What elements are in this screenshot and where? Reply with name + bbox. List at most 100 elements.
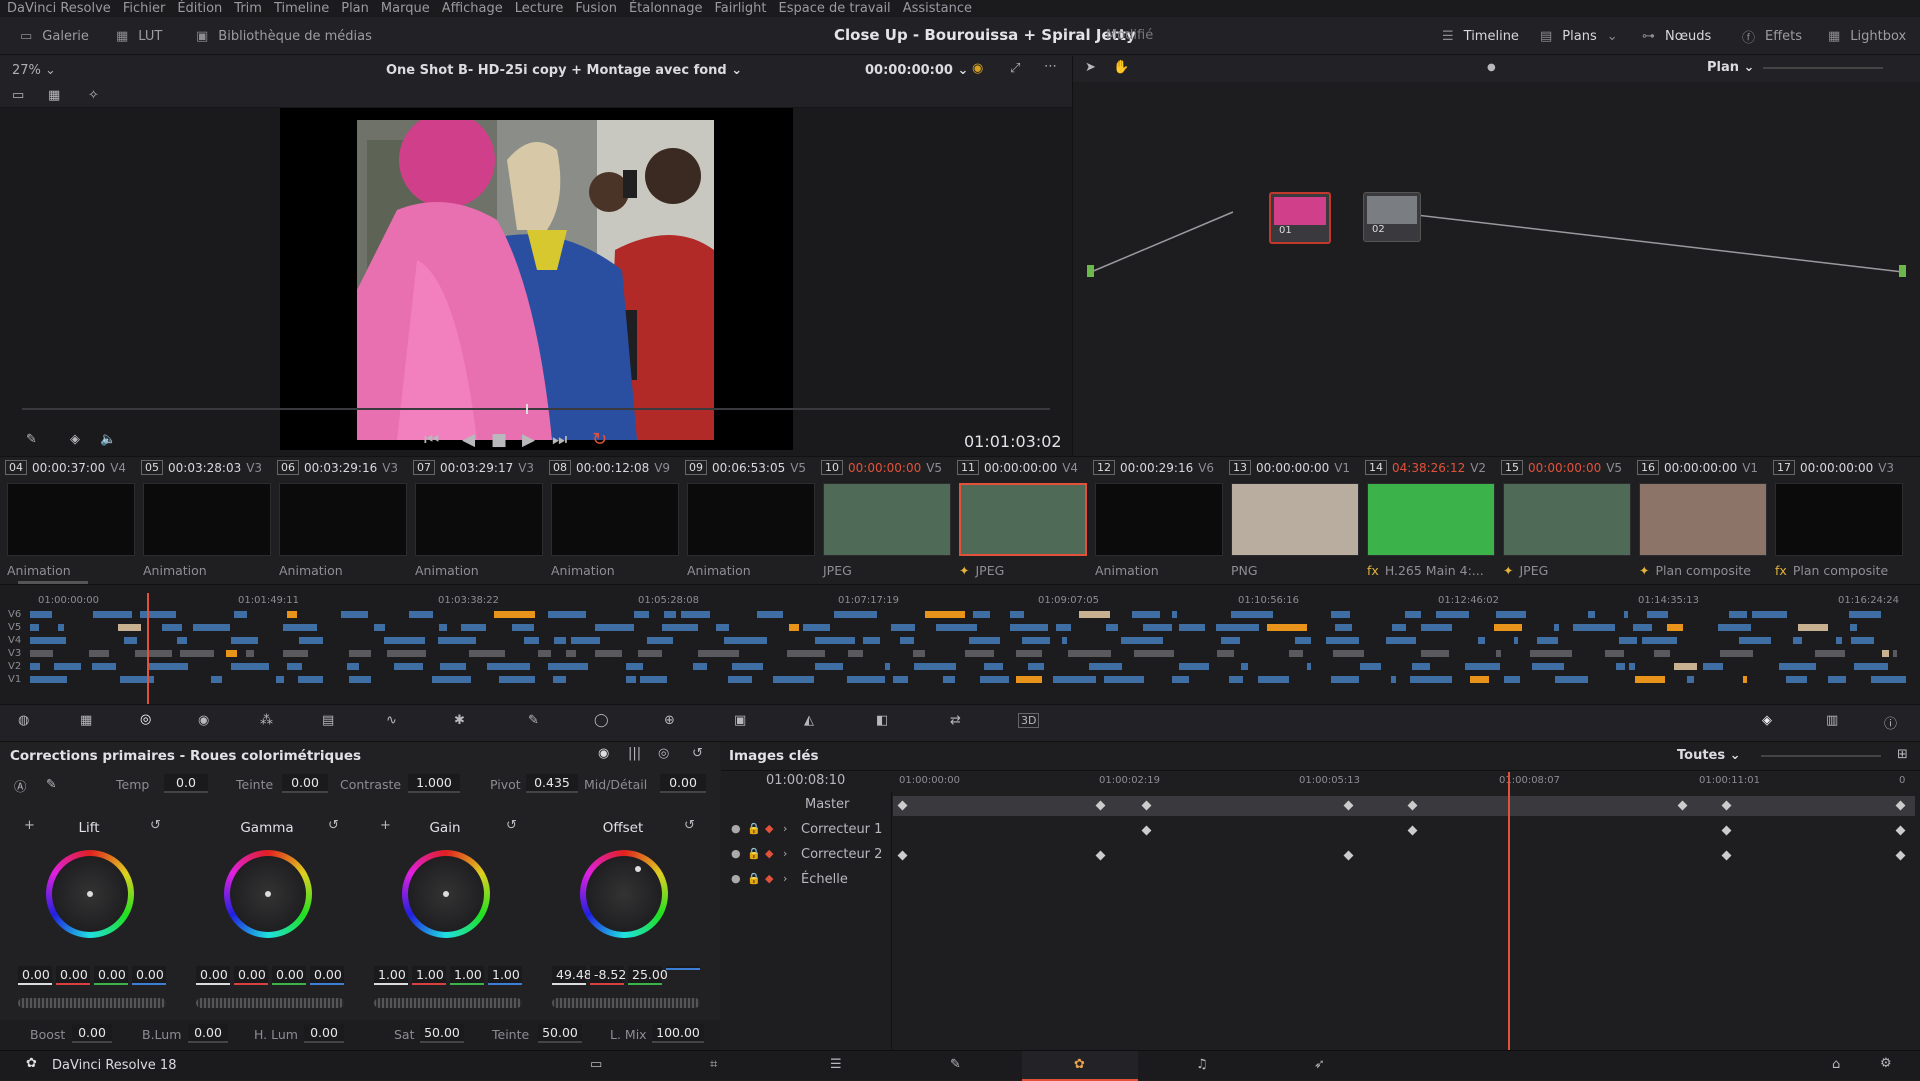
timeline-clip[interactable]: [1478, 637, 1485, 644]
timeline-clip[interactable]: [1798, 624, 1828, 631]
timeline-clip[interactable]: [640, 676, 667, 683]
color-wheel[interactable]: [224, 850, 312, 938]
timeline-clip[interactable]: [1360, 663, 1381, 670]
timeline-clip[interactable]: [638, 650, 662, 657]
timeline-clip[interactable]: [494, 611, 535, 618]
timeline-clip[interactable]: [409, 611, 433, 618]
timeline-clip[interactable]: [936, 624, 977, 631]
timeline-clip[interactable]: [1179, 663, 1209, 670]
timeline-clip[interactable]: [1494, 624, 1522, 631]
timeline-clip[interactable]: [1016, 676, 1042, 683]
timeline-clip[interactable]: [1307, 663, 1311, 670]
timeline-clip[interactable]: [914, 663, 956, 670]
media-page-icon[interactable]: ▭: [590, 1057, 602, 1072]
timeline-clip[interactable]: [177, 637, 187, 644]
keyframe-icon[interactable]: ◆: [765, 847, 773, 860]
timeline-clip[interactable]: [231, 637, 258, 644]
timeline-clip[interactable]: [803, 624, 830, 631]
timeline-clip[interactable]: [384, 637, 425, 644]
timeline-clip[interactable]: [1392, 624, 1406, 631]
timeline-clip[interactable]: [341, 611, 368, 618]
timeline-clip[interactable]: [538, 650, 551, 657]
timeline-clip[interactable]: [1405, 611, 1421, 618]
timeline-clip[interactable]: [1739, 637, 1771, 644]
timeline-clip[interactable]: [54, 663, 81, 670]
timeline-clip[interactable]: [1410, 676, 1452, 683]
timeline-clip[interactable]: [1667, 624, 1683, 631]
timeline-clip[interactable]: [211, 676, 222, 683]
timeline-clip[interactable]: [1010, 624, 1048, 631]
timeline-clip[interactable]: [347, 663, 359, 670]
timeline-clip[interactable]: [1028, 663, 1044, 670]
timeline-clip[interactable]: [900, 637, 914, 644]
timeline-clip[interactable]: [973, 611, 990, 618]
timeline-clip[interactable]: [1496, 650, 1501, 657]
tint-field[interactable]: 0.00: [282, 774, 328, 793]
lock-icon[interactable]: 🔒: [747, 822, 761, 835]
wheel-value-g[interactable]: 0.00: [272, 966, 306, 985]
timeline-clip[interactable]: [634, 611, 649, 618]
visibility-icon[interactable]: ●: [731, 822, 741, 835]
keyframe-icon[interactable]: ◆: [765, 822, 773, 835]
boost-field[interactable]: 0.00: [72, 1024, 112, 1043]
keyframe-marker[interactable]: [1895, 825, 1906, 836]
effects-toggle[interactable]: ⓕ Effets: [1742, 17, 1802, 55]
timeline-clip[interactable]: [1555, 676, 1588, 683]
master-wheel-slider[interactable]: [18, 998, 166, 1008]
fairlight-page-icon[interactable]: ♫: [1196, 1057, 1208, 1072]
magic-wand-icon[interactable]: ✧: [88, 88, 99, 103]
timeline-clip[interactable]: [234, 611, 247, 618]
timeline-clip[interactable]: [554, 637, 566, 644]
visibility-icon[interactable]: ●: [731, 872, 741, 885]
timeline-clip[interactable]: [1333, 650, 1364, 657]
timeline-clip[interactable]: [461, 624, 486, 631]
wheel-handle[interactable]: [265, 891, 271, 897]
timeline-clip[interactable]: [571, 637, 600, 644]
timeline-clip[interactable]: [89, 650, 109, 657]
menu-view[interactable]: Affichage: [436, 1, 509, 16]
timeline-clip[interactable]: [728, 676, 752, 683]
wheel-value-y[interactable]: 49.48: [552, 966, 592, 985]
timeline-clip[interactable]: [30, 650, 53, 657]
keyframe-marker[interactable]: [1343, 850, 1354, 861]
timeline-clip[interactable]: [863, 637, 880, 644]
menu-clip[interactable]: Plan: [335, 1, 375, 16]
wheel-value-y[interactable]: 0.00: [18, 966, 52, 985]
color-page-tab[interactable]: ✿: [1022, 1051, 1138, 1081]
grid-view-icon[interactable]: ▦: [48, 88, 60, 103]
keyframe-marker[interactable]: [1407, 825, 1418, 836]
timeline-clip[interactable]: [140, 611, 176, 618]
timeline-clip[interactable]: [1258, 676, 1289, 683]
timeline-clip[interactable]: [1514, 637, 1518, 644]
timeline-clip[interactable]: [1056, 624, 1071, 631]
timeline-clip[interactable]: [1221, 637, 1240, 644]
info-icon[interactable]: ⓘ: [1884, 713, 1897, 732]
timeline-clip[interactable]: [595, 624, 634, 631]
color-wheel[interactable]: [46, 850, 134, 938]
timeline-clip[interactable]: [180, 650, 214, 657]
timeline-clip[interactable]: [1793, 637, 1802, 644]
timeline-clip[interactable]: [548, 611, 586, 618]
timeline-clip[interactable]: [1412, 663, 1430, 670]
timeline-clip[interactable]: [438, 637, 476, 644]
timeline-clip[interactable]: [1786, 676, 1807, 683]
timeline-clip[interactable]: [499, 676, 535, 683]
mid-detail-field[interactable]: 0.00: [660, 774, 706, 793]
timeline-clip[interactable]: [1504, 676, 1520, 683]
lightbox-toggle[interactable]: ▦ Lightbox: [1828, 17, 1906, 55]
settings-gear-icon[interactable]: ⚙: [1880, 1056, 1892, 1071]
timeline-clip[interactable]: [1216, 624, 1259, 631]
timeline-clip[interactable]: [913, 650, 925, 657]
hdr-icon[interactable]: ◉: [198, 713, 209, 728]
viewer-timecode[interactable]: 00:00:00:00 ⌄: [865, 63, 968, 78]
timeline-clip[interactable]: [349, 676, 371, 683]
color-match-icon[interactable]: ▦: [80, 713, 92, 728]
menu-file[interactable]: Fichier: [117, 1, 172, 16]
node-02[interactable]: 02: [1363, 192, 1421, 242]
edit-page-icon[interactable]: ☰: [830, 1057, 842, 1072]
wheel-handle[interactable]: [87, 891, 93, 897]
fullscreen-icon[interactable]: ⤢: [1010, 61, 1020, 76]
timeline-clip[interactable]: [432, 676, 471, 683]
timeline-clip[interactable]: [847, 676, 885, 683]
deliver-page-icon[interactable]: ➶: [1314, 1057, 1325, 1072]
